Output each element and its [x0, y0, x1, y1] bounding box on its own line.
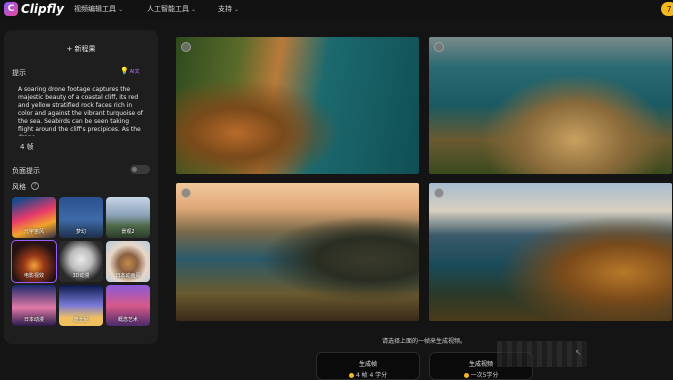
select-radio[interactable]: [181, 188, 191, 198]
style-tile-cinematic[interactable]: 电影视效: [11, 240, 57, 283]
style-tile-japanese-animation[interactable]: 日本动画风: [106, 241, 150, 282]
button-cost: 一次5学分: [430, 370, 532, 379]
style-tile-label: 电影视效: [23, 273, 44, 279]
style-label: 风格: [12, 183, 26, 191]
nav-video-editing-tools[interactable]: 视频编辑工具 ⌄: [74, 4, 123, 14]
generated-frame-3[interactable]: [176, 183, 419, 321]
logo[interactable]: C Clipfly: [4, 2, 64, 16]
negative-prompt-toggle[interactable]: [130, 165, 150, 174]
cursor-icon: ↖: [575, 348, 582, 357]
ai-text-tool[interactable]: AI文: [130, 69, 140, 75]
settings-panel: + 新程果 提示 💡AI文 A soaring drone footage ca…: [4, 30, 158, 344]
style-tile-dream[interactable]: 梦幻: [59, 197, 103, 238]
nav-label: 人工智能工具: [147, 5, 189, 13]
style-tile-label: 元宇宙风: [23, 229, 44, 235]
style-tile-label: 梦幻: [75, 229, 86, 235]
button-cost: 4 帧 4 学分: [317, 370, 419, 379]
select-radio[interactable]: [181, 42, 191, 52]
style-grid: 元宇宙风 梦幻 景观2 电影视效 3D动漫 日本动画风 日本动漫 迪士尼 概念艺…: [11, 197, 150, 326]
prompt-label: 提示: [12, 69, 26, 77]
style-tile-metaverse[interactable]: 元宇宙风: [12, 197, 56, 238]
style-tile-label: 概念艺术: [117, 317, 138, 323]
nav-support[interactable]: 支持 ⌄: [218, 4, 239, 14]
selection-hint: 请选择上面的一帧来生成视频。: [382, 338, 467, 345]
style-tile-label: 日本动漫: [23, 317, 44, 323]
generate-frames-button[interactable]: 生成帧 4 帧 4 学分: [316, 352, 420, 380]
style-tile-japanese-anime[interactable]: 日本动漫: [12, 285, 56, 326]
select-radio[interactable]: [434, 42, 444, 52]
coin-icon: [348, 373, 354, 378]
style-tile-label: 景观2: [121, 229, 135, 235]
chevron-down-icon: ⌄: [118, 5, 124, 13]
prompt-textarea[interactable]: A soaring drone footage captures the maj…: [18, 86, 144, 136]
generated-frame-1[interactable]: [176, 37, 419, 174]
chevron-down-icon: ⌄: [234, 5, 240, 13]
negative-prompt-label: 负面提示: [12, 167, 40, 175]
watermark: [497, 341, 587, 367]
chevron-down-icon: ⌄: [191, 5, 197, 13]
generated-frame-4[interactable]: [429, 183, 672, 321]
select-radio[interactable]: [434, 188, 444, 198]
style-tile-concept-art[interactable]: 概念艺术: [106, 285, 150, 326]
generated-frame-2[interactable]: [429, 37, 672, 174]
brand-name: Clipfly: [21, 2, 64, 16]
style-tile-label: 3D动漫: [72, 273, 90, 279]
nav-label: 视频编辑工具: [74, 5, 116, 13]
style-tile-3d-anime[interactable]: 3D动漫: [59, 241, 103, 282]
nav-ai-tools[interactable]: 人工智能工具 ⌄: [147, 4, 196, 14]
bulb-icon[interactable]: 💡: [120, 67, 129, 75]
style-tile-landscape[interactable]: 景观2: [106, 197, 150, 238]
frame-count: 4 帧: [20, 143, 34, 151]
nav-label: 支持: [218, 5, 232, 13]
top-navigation-bar: C Clipfly 视频编辑工具 ⌄ 人工智能工具 ⌄ 支持 ⌄ 7: [0, 0, 673, 20]
style-tile-label: 日本动画风: [115, 273, 141, 279]
logo-mark-icon: C: [4, 2, 18, 16]
help-icon[interactable]: ?: [31, 182, 39, 190]
credits-badge[interactable]: 7: [661, 2, 673, 16]
coin-icon: [463, 373, 469, 378]
style-tile-disney[interactable]: 迪士尼: [59, 285, 103, 326]
new-project-button[interactable]: + 新程果: [4, 44, 158, 54]
cost-text: 一次5学分: [470, 372, 499, 379]
button-title: 生成帧: [358, 361, 377, 368]
style-tile-label: 迪士尼: [73, 317, 89, 323]
prompt-tools[interactable]: 💡AI文: [120, 67, 140, 75]
cost-text: 4 帧 4 学分: [355, 372, 388, 379]
